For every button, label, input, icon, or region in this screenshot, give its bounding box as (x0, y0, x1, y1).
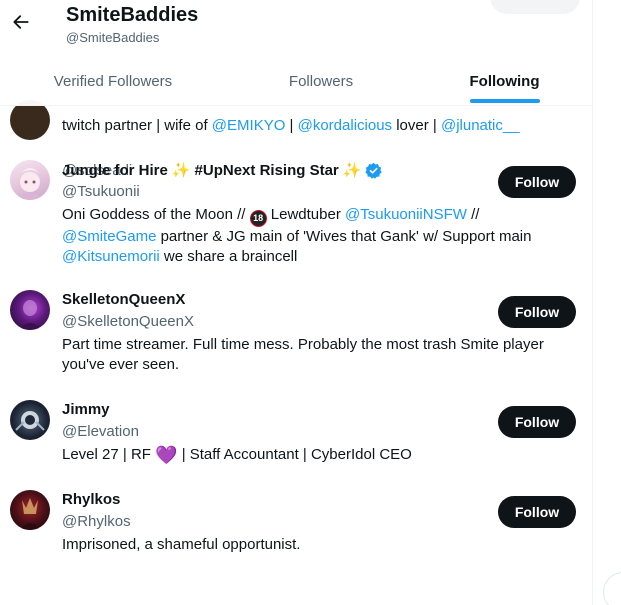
tab-bar: Verified Followers Followers Following (0, 56, 592, 106)
user-handle: @Tsukuonii (62, 183, 140, 200)
mention-link[interactable]: @jlunatic__ (441, 117, 520, 134)
user-bio: Part time streamer. Full time mess. Prob… (62, 336, 544, 373)
avatar-image (15, 411, 45, 431)
avatar-image (20, 498, 40, 530)
mention-link[interactable]: @SmiteGame (62, 228, 156, 245)
list-item[interactable]: Rhylkos @Rhylkos Imprisoned, a shameful … (0, 480, 592, 560)
header-button[interactable] (490, 0, 580, 14)
follow-button[interactable]: Follow (498, 496, 576, 528)
user-name[interactable]: Jungle for Hire ✨ #UpNext Rising Star ✨ (62, 161, 383, 179)
tab-following[interactable]: Following (416, 56, 592, 106)
avatar[interactable] (10, 160, 50, 200)
user-name[interactable]: Jimmy (62, 401, 110, 418)
page-header: SmiteBaddies @SmiteBaddies Verified Foll… (0, 0, 592, 106)
tab-verified-followers[interactable]: Verified Followers (0, 56, 226, 106)
following-panel: @solseadi twitch partner | wife of @EMIK… (0, 0, 593, 605)
user-bio: twitch partner | wife of @EMIKYO | @kord… (62, 117, 520, 134)
follow-button[interactable]: Follow (498, 406, 576, 438)
mention-link[interactable]: @TsukuoniiNSFW (345, 206, 467, 223)
avatar-image (18, 300, 42, 330)
sparkles-icon: ✨ (342, 162, 362, 179)
user-bio: Imprisoned, a shameful opportunist. (62, 536, 301, 553)
tab-followers[interactable]: Followers (226, 56, 416, 106)
age-18-icon: 18 (249, 209, 267, 227)
user-bio: Level 27 | RF 💜 | Staff Accountant | Cyb… (62, 445, 412, 465)
follow-button[interactable]: Follow (498, 296, 576, 328)
page-handle: @SmiteBaddies (66, 30, 160, 45)
sparkles-icon: ✨ (171, 162, 191, 179)
user-handle: @SkelletonQueenX (62, 313, 194, 330)
mention-link[interactable]: @Kitsunemorii (62, 248, 160, 265)
back-arrow-icon[interactable] (8, 9, 34, 35)
right-column (593, 0, 621, 605)
list-item[interactable]: SkelletonQueenX @SkelletonQueenX Part ti… (0, 280, 592, 380)
follow-button[interactable]: Follow (498, 166, 576, 198)
list-item[interactable]: Jimmy @Elevation Level 27 | RF 💜 | Staff… (0, 390, 592, 470)
verified-badge-icon (365, 162, 383, 179)
user-handle: @Elevation (62, 423, 139, 440)
avatar[interactable] (10, 290, 50, 330)
list-item[interactable]: Jungle for Hire ✨ #UpNext Rising Star ✨ … (0, 150, 592, 278)
floating-button[interactable] (603, 572, 621, 605)
page-title: SmiteBaddies (66, 4, 199, 26)
purple-heart-icon: 💜 (155, 445, 178, 465)
avatar[interactable] (10, 490, 50, 530)
avatar[interactable] (10, 100, 50, 140)
user-name[interactable]: Rhylkos (62, 491, 120, 508)
user-bio: Oni Goddess of the Moon // 18 Lewdtuber … (62, 206, 532, 265)
user-handle: @Rhylkos (62, 513, 131, 530)
avatar-image (18, 168, 42, 200)
active-tab-indicator (469, 99, 540, 103)
avatar[interactable] (10, 400, 50, 440)
mention-link[interactable]: @kordalicious (298, 117, 392, 134)
user-name[interactable]: SkelletonQueenX (62, 291, 185, 308)
mention-link[interactable]: @EMIKYO (212, 117, 286, 134)
